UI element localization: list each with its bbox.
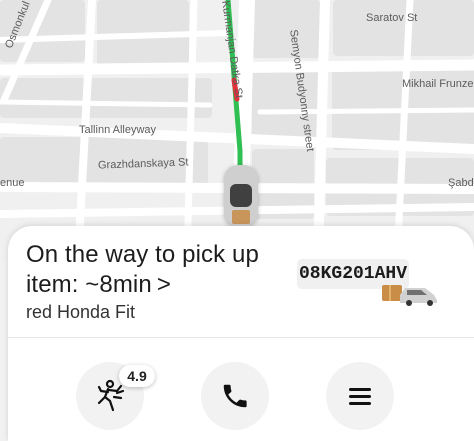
map[interactable]: Osmonkul St Kurmanjan Datka St Saratov S… <box>0 0 474 268</box>
trip-status-sheet: On the way to pick up item: ~8min > red H… <box>8 226 474 441</box>
call-driver-button[interactable] <box>201 362 269 430</box>
more-options-button[interactable] <box>326 362 394 430</box>
street-label-mikhail-frunze: Mikhail Frunze St <box>402 78 474 90</box>
delivery-tracking-screen: Osmonkul St Kurmanjan Datka St Saratov S… <box>0 0 474 441</box>
driver-rating-badge: 4.9 <box>119 365 155 387</box>
package-icon <box>232 210 250 224</box>
street-label-partial-left: enue <box>0 177 25 189</box>
courier-car-marker <box>224 165 258 227</box>
car-roof <box>230 184 252 207</box>
section-divider <box>8 337 474 338</box>
vehicle-thumbnail-icon <box>382 285 437 306</box>
car-description: red Honda Fit <box>26 302 136 322</box>
street-label-tallinn-alleyway: Tallinn Alleyway <box>79 124 157 136</box>
trip-status-text: On the way to pick up item: ~8min <box>26 241 259 298</box>
trip-status-title[interactable]: On the way to pick up item: ~8min > <box>26 240 296 300</box>
phone-icon <box>223 384 247 408</box>
chevron-right-icon: > <box>156 271 171 298</box>
street-label-partial-right: Şabd <box>448 177 474 189</box>
street-label-saratov: Saratov St <box>366 12 418 24</box>
menu-icon <box>349 388 371 405</box>
